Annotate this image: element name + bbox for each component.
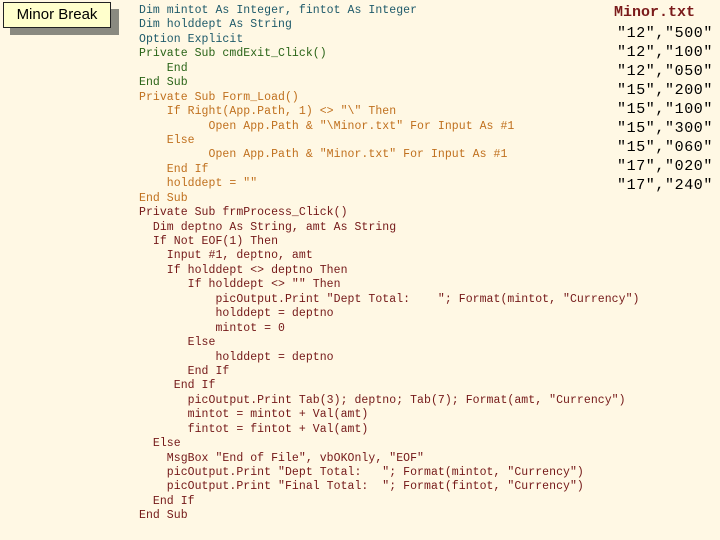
- code-line: If holddept <> "" Then: [139, 278, 341, 292]
- code-line: Else: [139, 133, 195, 147]
- code-line: Open App.Path & "\Minor.txt" For Input A…: [139, 119, 515, 133]
- file-record: "17","240": [617, 177, 714, 194]
- code-line: mintot = 0: [139, 321, 285, 335]
- slide-title: Minor Break: [3, 2, 111, 28]
- code-line: Private Sub Form_Load(): [139, 90, 299, 104]
- file-record: "15","300": [617, 120, 714, 137]
- file-contents: "12","500" "12","100" "12","050" "15","200"…: [617, 24, 713, 195]
- code-line: Else: [139, 437, 181, 451]
- code-line: End Sub: [139, 509, 188, 523]
- code-line: Dim mintot As Integer, fintot As Integer: [139, 4, 418, 17]
- code-line: picOutput.Print "Dept Total: "; Format(m…: [139, 292, 640, 306]
- code-line: fintot = fintot + Val(amt): [139, 422, 369, 436]
- code-listing: Dim mintot As Integer, fintot As Integer…: [139, 4, 639, 524]
- code-line: picOutput.Print "Dept Total: "; Format(m…: [139, 466, 584, 479]
- code-line: If Right(App.Path, 1) <> "\" Then: [139, 105, 397, 119]
- file-record: "12","050": [617, 63, 714, 80]
- file-record: "12","100": [617, 44, 714, 61]
- code-line: Open App.Path & "Minor.txt" For Input As…: [139, 148, 508, 162]
- code-line: Private Sub frmProcess_Click(): [139, 206, 348, 220]
- code-line: mintot = mintot + Val(amt): [139, 408, 369, 422]
- code-line: picOutput.Print "Final Total: "; Format(…: [139, 480, 584, 494]
- file-record: "17","020": [617, 158, 714, 175]
- code-line: holddept = "": [139, 177, 258, 191]
- code-line: End: [139, 61, 188, 75]
- code-line: End Sub: [139, 191, 188, 205]
- code-line: Dim holddept As String: [139, 18, 292, 32]
- code-line: Input #1, deptno, amt: [139, 249, 313, 263]
- file-record: "15","200": [617, 82, 714, 99]
- code-line: End If: [139, 364, 230, 378]
- code-line: End Sub: [139, 76, 188, 90]
- code-line: Private Sub cmdExit_Click(): [139, 47, 327, 61]
- code-line: Option Explicit: [139, 32, 244, 46]
- code-line: Dim deptno As String, amt As String: [139, 220, 397, 234]
- code-line: End If: [139, 162, 209, 176]
- file-title: Minor.txt: [614, 4, 696, 21]
- code-line: If Not EOF(1) Then: [139, 235, 279, 248]
- code-line: Else: [139, 336, 216, 350]
- code-line: If holddept <> deptno Then: [139, 263, 348, 277]
- file-record: "15","100": [617, 101, 714, 118]
- file-record: "15","060": [617, 139, 714, 156]
- file-record: "12","500": [617, 25, 714, 42]
- code-line: holddept = deptno: [139, 350, 334, 364]
- code-line: holddept = deptno: [139, 307, 334, 321]
- code-line: MsgBox "End of File", vbOKOnly, "EOF": [139, 451, 424, 465]
- code-line: picOutput.Print Tab(3); deptno; Tab(7); …: [139, 393, 626, 407]
- code-line: End If: [139, 379, 216, 393]
- code-line: End If: [139, 494, 195, 508]
